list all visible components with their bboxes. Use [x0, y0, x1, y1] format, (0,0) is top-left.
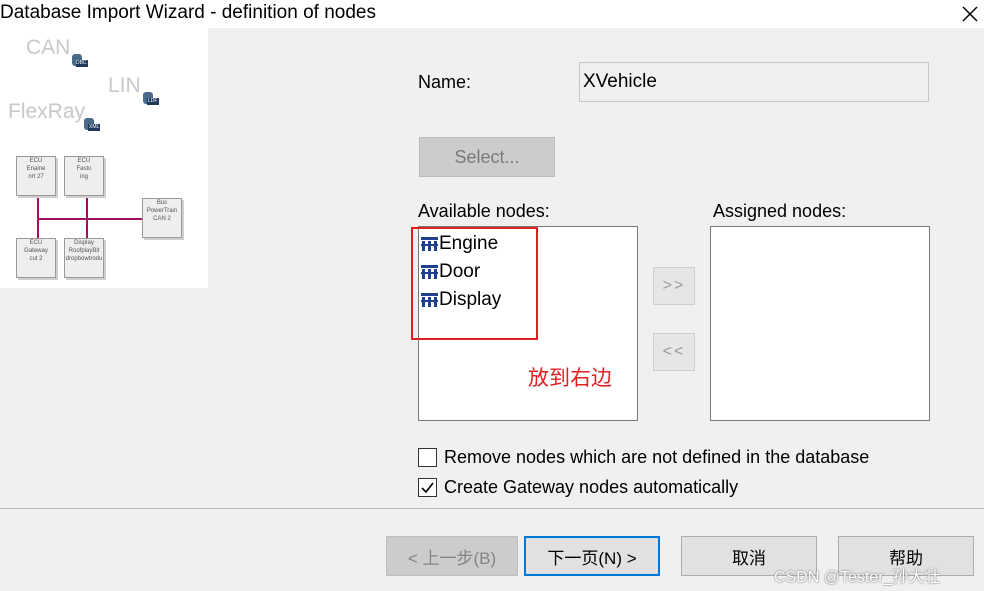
- ecu-box: ECU Fasto ing: [64, 156, 104, 196]
- add-node-button[interactable]: >>: [653, 267, 695, 305]
- bus-line: [86, 194, 88, 238]
- name-label: Name:: [418, 72, 472, 92]
- lin-label: LIN: [108, 74, 141, 97]
- checkmark-icon: [421, 482, 434, 494]
- ecu-box: ECU Enaine nrt 27: [16, 156, 56, 196]
- can-label: CAN: [26, 36, 71, 59]
- ecu-box: Bus PowerTrain CAN 2: [142, 198, 182, 238]
- ecu-box: ECU Gateway cut 2: [16, 238, 56, 278]
- close-button[interactable]: [955, 2, 983, 26]
- available-nodes-label: Available nodes:: [418, 201, 550, 221]
- flexray-label: FlexRay: [8, 100, 86, 123]
- name-input[interactable]: [579, 62, 929, 102]
- dbc-badge: DBC: [76, 60, 87, 66]
- next-button[interactable]: 下一页(N) >: [524, 536, 660, 576]
- select-button[interactable]: Select...: [419, 137, 555, 177]
- remove-node-button[interactable]: <<: [653, 333, 695, 371]
- assigned-nodes-label: Assigned nodes:: [713, 201, 847, 221]
- create-gateway-nodes-label: Create Gateway nodes automatically: [444, 477, 739, 497]
- wizard-illustration: CAN LIN FlexRay DBC LDF XML ECU Enaine nrt…: [0, 28, 208, 288]
- ldf-badge: LDF: [148, 98, 158, 104]
- annotation-highlight-box: [411, 227, 538, 340]
- remove-undefined-nodes-checkbox[interactable]: [418, 448, 437, 467]
- assigned-nodes-list[interactable]: [710, 226, 930, 421]
- footer-divider: [0, 508, 984, 509]
- ecu-box: Display RoofplayBit dropbowtrodu: [64, 238, 104, 278]
- annotation-text: 放到右边: [528, 367, 612, 390]
- window-title: Database Import Wizard - definition of n…: [0, 2, 376, 23]
- bus-line: [37, 218, 143, 220]
- watermark: CSDN @Tester_孙大壮: [774, 569, 941, 586]
- back-button[interactable]: < 上一步(B): [386, 536, 518, 576]
- xml-badge: XML: [89, 124, 100, 130]
- bus-line: [37, 194, 39, 238]
- create-gateway-nodes-checkbox[interactable]: [418, 478, 437, 497]
- close-icon: [962, 6, 978, 22]
- remove-undefined-nodes-label: Remove nodes which are not defined in th…: [444, 447, 870, 467]
